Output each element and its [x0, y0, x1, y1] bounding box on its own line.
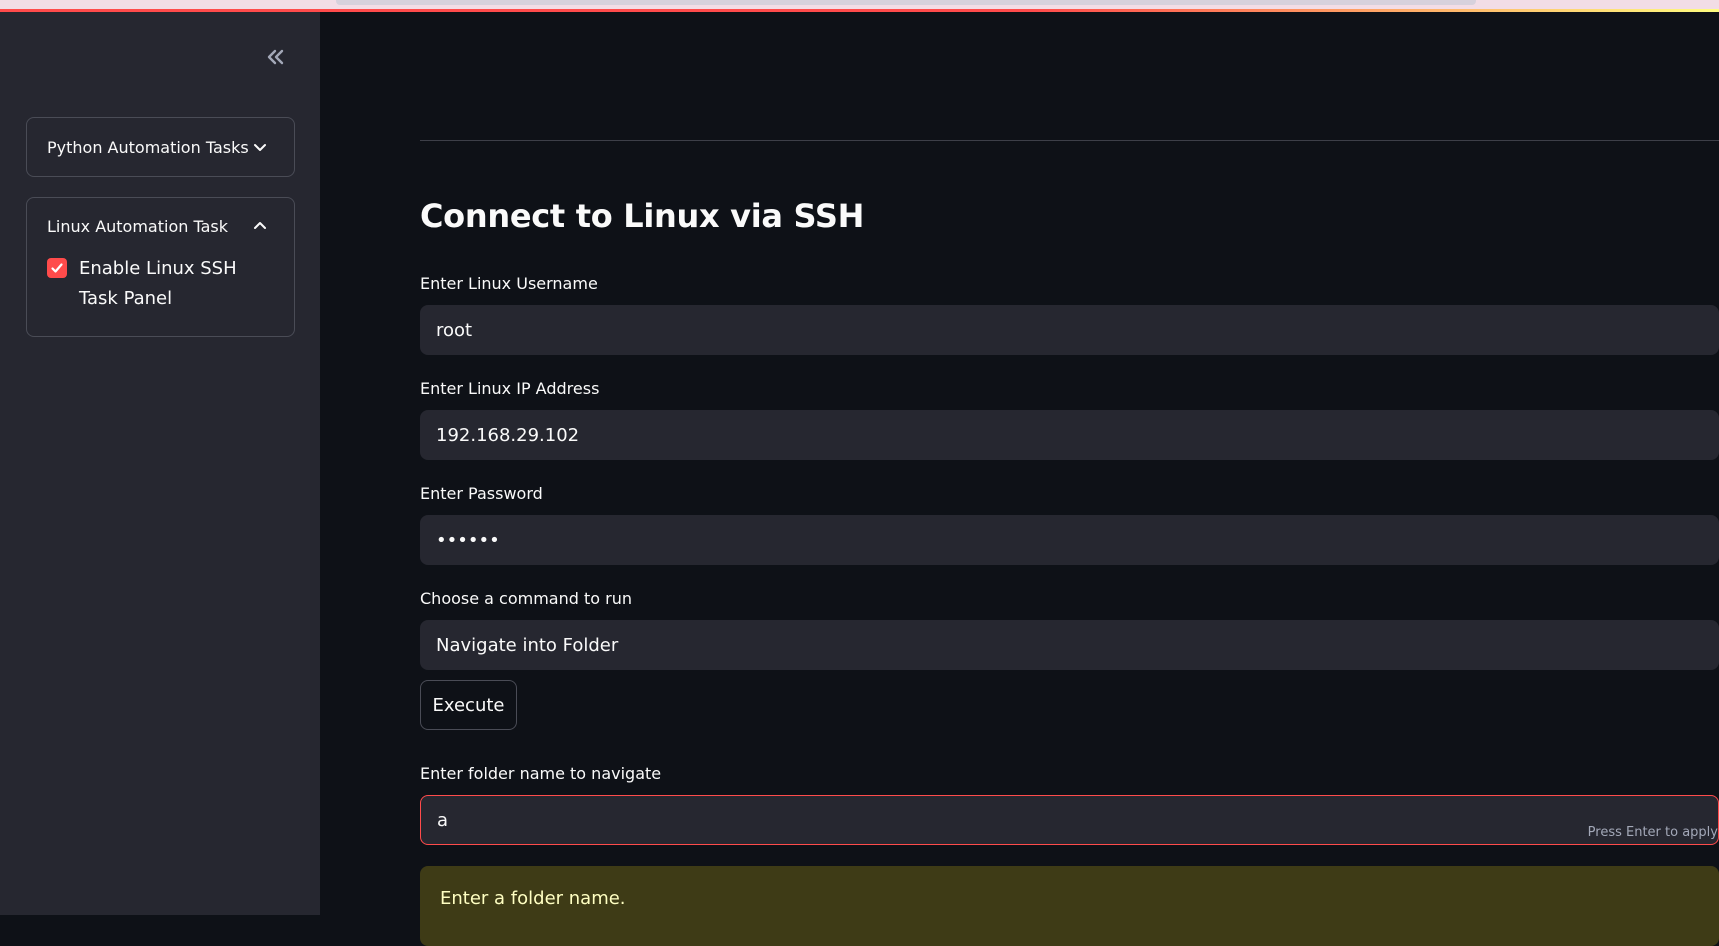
horizontal-scrollbar[interactable] — [336, 0, 1476, 5]
warning-message: Enter a folder name. — [420, 866, 1719, 946]
press-enter-hint: Press Enter to apply — [1587, 825, 1718, 840]
collapse-sidebar-button[interactable] — [260, 42, 290, 72]
double-chevron-left-icon — [267, 49, 284, 65]
page-title: Connect to Linux via SSH — [420, 197, 865, 235]
password-value: •••••• — [436, 529, 500, 551]
checkbox-label: Enable Linux SSH Task Panel — [79, 258, 237, 309]
expander-linux-automation: Linux Automation Task Enable Linux SSH T… — [26, 197, 295, 337]
username-label: Enter Linux Username — [420, 274, 598, 293]
password-input[interactable]: •••••• — [420, 515, 1719, 565]
expander-python-automation: Python Automation Tasks — [26, 117, 295, 177]
username-value: root — [436, 319, 473, 341]
enable-ssh-checkbox-row[interactable]: Enable Linux SSH Task Panel — [27, 254, 294, 314]
main-content: Connect to Linux via SSH Enter Linux Use… — [320, 12, 1719, 946]
execute-button[interactable]: Execute — [420, 680, 517, 730]
expander-label: Python Automation Tasks — [47, 137, 249, 157]
expander-label: Linux Automation Task — [47, 216, 228, 236]
username-input[interactable]: root — [420, 305, 1719, 355]
ip-value: 192.168.29.102 — [436, 424, 580, 446]
password-label: Enter Password — [420, 484, 543, 503]
enable-ssh-checkbox[interactable] — [47, 258, 67, 278]
divider — [420, 140, 1719, 141]
folder-input[interactable]: a Press Enter to apply — [420, 795, 1719, 845]
chevron-down-icon — [254, 144, 266, 151]
command-value: Navigate into Folder — [436, 634, 619, 656]
command-select[interactable]: Navigate into Folder — [420, 620, 1719, 670]
folder-value: a — [437, 809, 449, 831]
folder-label: Enter folder name to navigate — [420, 764, 662, 783]
chevron-up-icon — [254, 222, 266, 229]
sidebar: Python Automation Tasks Linux Automation… — [0, 12, 320, 915]
command-label: Choose a command to run — [420, 589, 632, 608]
expander-header-python[interactable]: Python Automation Tasks — [27, 118, 294, 176]
ip-label: Enter Linux IP Address — [420, 379, 600, 398]
checkmark-icon — [51, 263, 63, 273]
ip-input[interactable]: 192.168.29.102 — [420, 410, 1719, 460]
expander-header-linux[interactable]: Linux Automation Task — [27, 198, 294, 254]
